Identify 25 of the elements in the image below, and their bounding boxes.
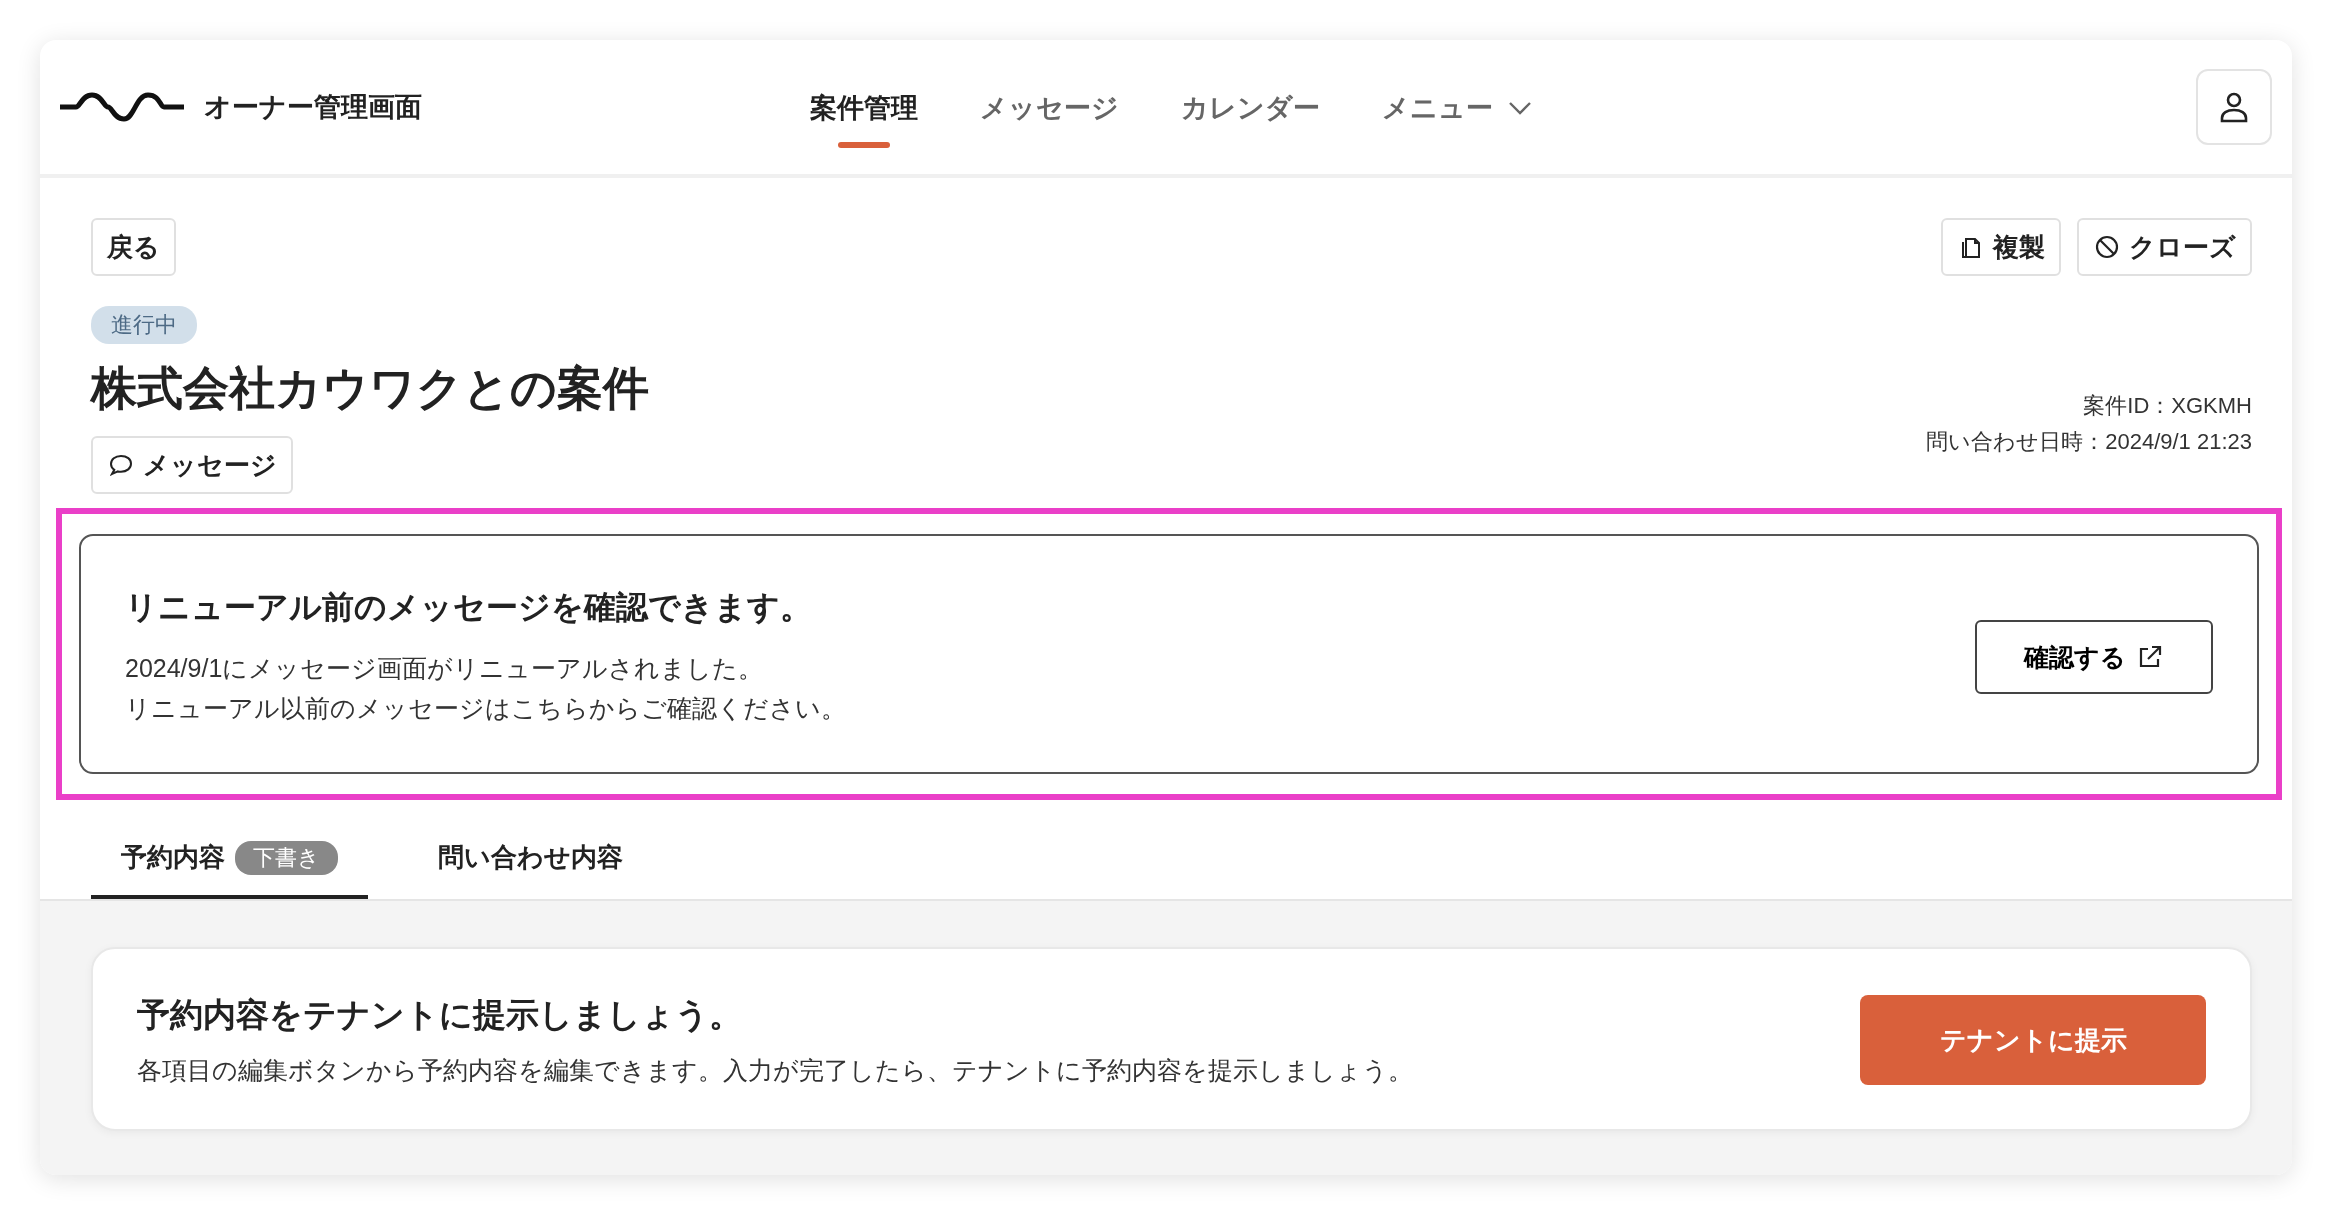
notice-title: リニューアル前のメッセージを確認できます。 [125, 588, 813, 627]
notice-text: リニューアル以前のメッセージはこちらからご確認ください。 [125, 693, 847, 724]
nav-item[interactable]: メニュー [1382, 80, 1533, 148]
prompt-text: 各項目の編集ボタンから予約内容を編集できます。入力が完了したら、テナントに予約内容を提示しましょう。 [137, 1055, 1414, 1086]
nav-item[interactable]: カレンダー [1181, 80, 1320, 148]
duplicate-button[interactable]: 複製 [1941, 218, 2061, 276]
inquiry-datetime: 問い合わせ日時：2024/9/1 21:23 [1926, 428, 2252, 456]
draft-badge: 下書き [235, 840, 338, 875]
chevron-down-icon [1507, 100, 1533, 116]
present-to-tenant-button[interactable]: テナントに提示 [1860, 995, 2206, 1085]
nav-item[interactable]: 案件管理 [810, 80, 918, 148]
app-title: オーナー管理画面 [204, 91, 422, 124]
back-button[interactable]: 戻る [91, 218, 176, 276]
case-title: 株式会社カウワクとの案件 [91, 361, 649, 416]
prompt-title: 予約内容をテナントに提示しましょう。 [137, 995, 743, 1035]
nav-item[interactable]: メッセージ [980, 80, 1119, 148]
notice-text: 2024/9/1にメッセージ画面がリニューアルされました。 [125, 653, 765, 684]
close-button[interactable]: クローズ [2077, 218, 2252, 276]
status-badge: 進行中 [91, 306, 197, 344]
confirm-button[interactable]: 確認する [1975, 620, 2213, 694]
prohibited-icon [2093, 233, 2121, 261]
case-id: 案件ID：XGKMH [2083, 392, 2252, 420]
message-button[interactable]: メッセージ [91, 436, 293, 494]
user-button[interactable] [2196, 69, 2272, 145]
tab[interactable]: 問い合わせ内容 [408, 818, 653, 899]
